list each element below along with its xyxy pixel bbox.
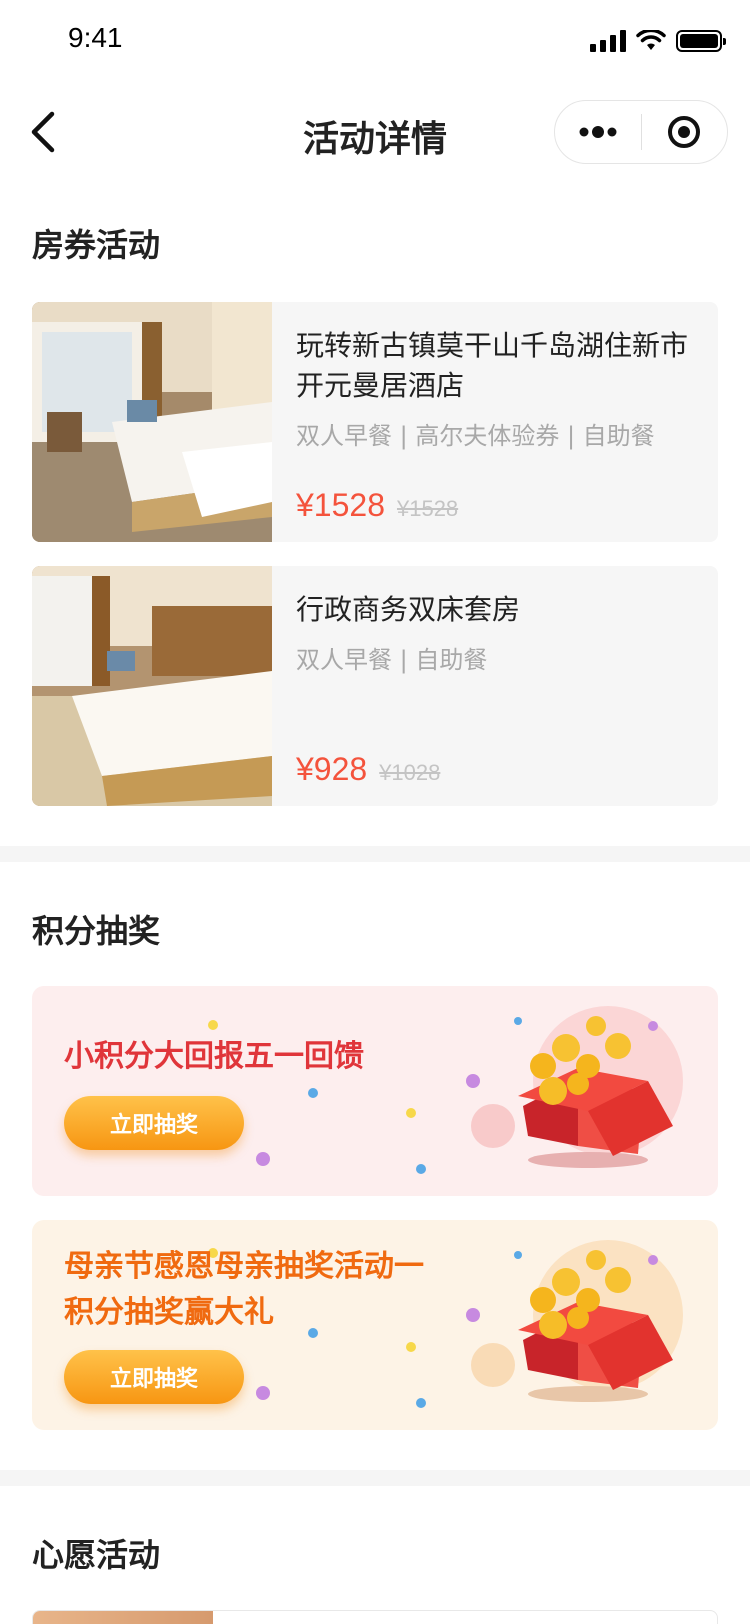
wish-card[interactable]: [32, 1610, 718, 1624]
confetti-dot: [416, 1164, 426, 1174]
signal-icon: [590, 30, 626, 52]
confetti-dot: [208, 1020, 218, 1030]
lottery-title: 母亲节感恩母亲抽奖活动一积分抽奖赢大礼: [64, 1249, 424, 1330]
price-current: ¥928: [296, 751, 368, 787]
wish-photo: [33, 1611, 213, 1624]
confetti-dot: [256, 1152, 270, 1166]
status-bar: 9:41: [0, 0, 750, 88]
gift-box-icon: [466, 1006, 683, 1168]
section-title-wish: 心愿活动: [32, 1536, 161, 1574]
confetti-dot: [308, 1088, 318, 1098]
room-info: 玩转新古镇莫干山千岛湖住新市开元曼居酒店 双人早餐 | 高尔夫体验券 | 自助餐: [296, 326, 698, 451]
room-tags: 双人早餐 | 自助餐: [296, 646, 488, 674]
room-price: ¥928 ¥1028: [296, 751, 440, 788]
status-icons: [590, 30, 726, 52]
confetti-dot: [406, 1108, 416, 1118]
lottery-card[interactable]: 小积分大回报五一回馈 立即抽奖: [32, 986, 718, 1196]
nav-bar: 活动详情: [0, 88, 750, 176]
room-name: 行政商务双床套房: [296, 593, 521, 626]
room-photo: [32, 566, 272, 806]
section-title-points: 积分抽奖: [32, 912, 161, 950]
more-dots-icon: [579, 126, 617, 138]
room-photo: [32, 302, 272, 542]
confetti-dot: [256, 1386, 270, 1400]
room-tags: 双人早餐 | 高尔夫体验券 | 自助餐: [296, 422, 655, 450]
gift-box-icon: [466, 1240, 683, 1402]
more-button[interactable]: [555, 100, 641, 164]
draw-button[interactable]: 立即抽奖: [64, 1096, 244, 1150]
confetti-dot: [416, 1398, 426, 1408]
section-divider: [0, 846, 750, 862]
section-divider: [0, 1470, 750, 1486]
wifi-icon: [636, 30, 666, 50]
mini-program-capsule: [554, 100, 728, 164]
close-program-button[interactable]: [642, 100, 728, 164]
section-title-room: 房券活动: [32, 226, 161, 264]
room-info: 行政商务双床套房 双人早餐 | 自助餐: [296, 590, 698, 675]
status-time: 9:41: [68, 22, 123, 53]
room-price: ¥1528 ¥1528: [296, 487, 458, 524]
price-original: ¥1528: [396, 496, 459, 521]
draw-button[interactable]: 立即抽奖: [64, 1350, 244, 1404]
target-icon: [668, 116, 701, 148]
room-card[interactable]: 行政商务双床套房 双人早餐 | 自助餐 ¥928 ¥1028: [32, 566, 718, 806]
room-card[interactable]: 玩转新古镇莫干山千岛湖住新市开元曼居酒店 双人早餐 | 高尔夫体验券 | 自助餐…: [32, 302, 718, 542]
price-original: ¥1028: [379, 760, 441, 785]
battery-icon: [676, 30, 726, 52]
lottery-title: 小积分大回报五一回馈: [64, 1039, 364, 1074]
confetti-dot: [406, 1342, 416, 1352]
room-name: 玩转新古镇莫干山千岛湖住新市开元曼居酒店: [296, 329, 689, 402]
price-current: ¥1528: [296, 487, 385, 523]
lottery-card[interactable]: 母亲节感恩母亲抽奖活动一积分抽奖赢大礼 立即抽奖: [32, 1220, 718, 1430]
